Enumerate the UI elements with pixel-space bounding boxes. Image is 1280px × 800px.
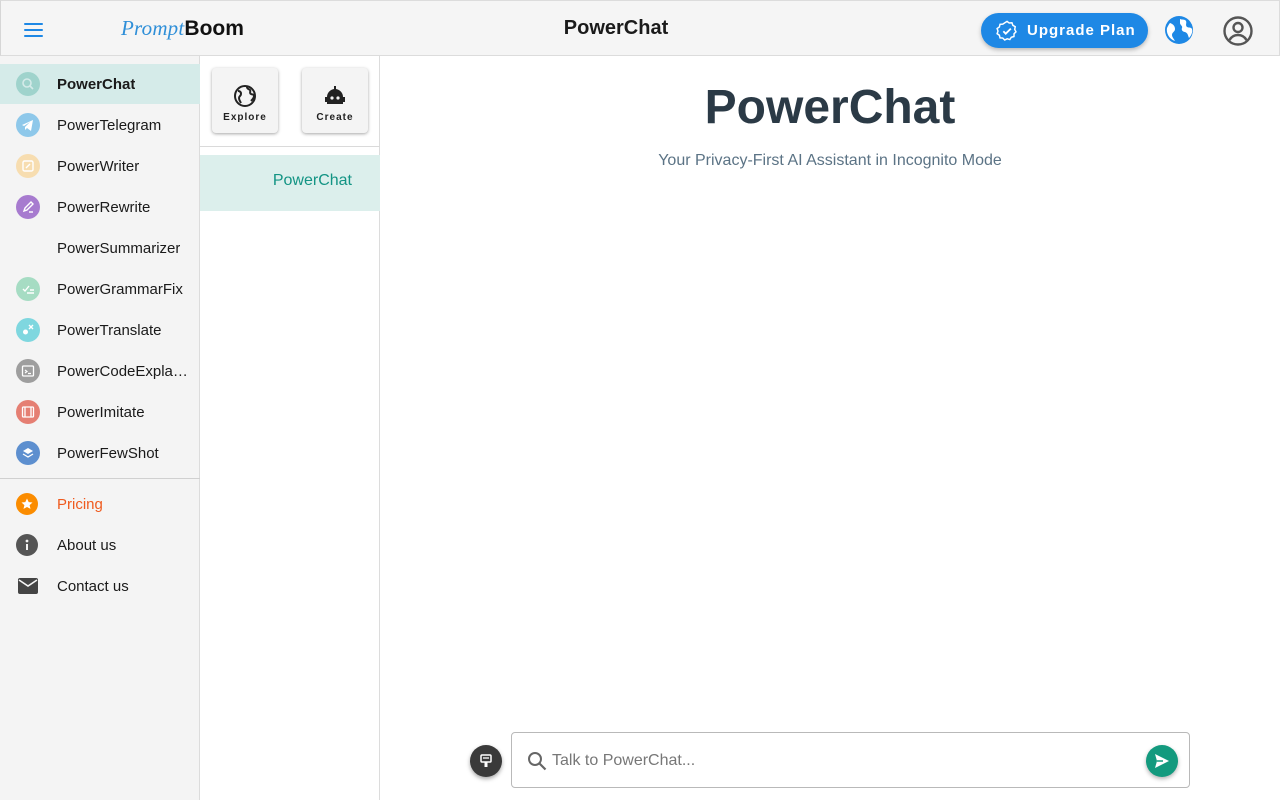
chat-icon (16, 72, 40, 96)
sidebar-item-label: About us (57, 536, 117, 554)
explore-label: Explore (223, 112, 267, 123)
pencil-icon (16, 195, 40, 219)
welcome-title: PowerChat (704, 81, 956, 134)
sidebar-item-powerimitate[interactable]: PowerImitate (0, 392, 200, 432)
grammar-check-icon (16, 277, 40, 301)
sidebar-item-pricing[interactable]: Pricing (0, 484, 200, 524)
sidebar-item-label: PowerSummarizer (57, 239, 181, 257)
sidebar-item-label: PowerTelegram (57, 116, 162, 134)
globe-icon (234, 85, 256, 107)
summarizer-icon (16, 236, 40, 260)
sidebar-item-label: PowerTranslate (57, 321, 162, 339)
upgrade-plan-label: Upgrade Plan (1027, 22, 1136, 39)
cleaning-brush-icon (480, 754, 492, 767)
create-label: Create (316, 112, 354, 123)
sidebar-item-label: PowerCodeExpla… (57, 362, 188, 380)
sidebar-item-label: Contact us (57, 577, 129, 595)
sidebar-item-about-us[interactable]: About us (0, 525, 200, 565)
sidebar-item-label: PowerWriter (57, 157, 140, 175)
sidebar-item-contact-us[interactable]: Contact us (0, 566, 200, 606)
welcome-subtitle: Your Privacy-First AI Assistant in Incog… (658, 152, 1002, 169)
message-composer (511, 732, 1190, 788)
sidebar-divider (0, 478, 200, 479)
film-icon (16, 400, 40, 424)
create-button[interactable]: Create (302, 68, 368, 133)
clear-chat-button[interactable] (470, 745, 502, 777)
sidebar-item-powerrewrite[interactable]: PowerRewrite (0, 187, 200, 227)
sidebar-item-label: PowerRewrite (57, 198, 151, 216)
sidebar-item-powerfewshot[interactable]: PowerFewShot (0, 433, 200, 473)
sidebar-item-powertelegram[interactable]: PowerTelegram (0, 105, 200, 145)
message-input[interactable] (552, 747, 1142, 775)
chat-list-panel: Explore Create PowerChat (200, 56, 380, 800)
send-icon (1155, 754, 1169, 768)
sidebar-item-label: PowerGrammarFix (57, 280, 183, 298)
mail-icon (16, 574, 40, 598)
sidebar-item-powergrammarfix[interactable]: PowerGrammarFix (0, 269, 200, 309)
star-icon (16, 493, 38, 515)
sidebar-item-label: Pricing (57, 495, 103, 513)
chat-list-item-label: PowerChat (272, 172, 352, 189)
left-sidebar: PowerChat PowerTelegram PowerWriter Powe… (0, 56, 200, 800)
sidebar-item-powerwriter[interactable]: PowerWriter (0, 146, 200, 186)
sidebar-item-powertranslate[interactable]: PowerTranslate (0, 310, 200, 350)
send-button[interactable] (1146, 745, 1178, 777)
upgrade-plan-button[interactable]: Upgrade Plan (981, 13, 1148, 48)
chat-list-item[interactable]: PowerChat (200, 155, 380, 211)
account-button[interactable] (1222, 15, 1254, 47)
top-app-bar: Prompt Boom PowerChat Upgrade Plan (0, 0, 1280, 56)
info-icon (16, 534, 38, 556)
search-icon (528, 752, 547, 771)
sidebar-item-powersummarizer[interactable]: PowerSummarizer (0, 228, 200, 268)
sidebar-item-label: PowerFewShot (57, 444, 159, 462)
verified-badge-icon (995, 19, 1019, 43)
sidebar-item-label: PowerChat (57, 75, 136, 93)
language-button[interactable] (1164, 15, 1194, 45)
telegram-icon (16, 113, 40, 137)
account-circle-icon (1223, 16, 1253, 46)
sidebar-item-powerchat[interactable]: PowerChat (0, 64, 200, 104)
layers-icon (16, 441, 40, 465)
code-terminal-icon (16, 359, 40, 383)
panel-divider (200, 146, 380, 147)
translate-icon (16, 318, 40, 342)
globe-icon (1165, 16, 1193, 44)
sidebar-item-label: PowerImitate (57, 403, 145, 421)
sidebar-item-powercodeexplainer[interactable]: PowerCodeExpla… (0, 351, 200, 391)
writer-icon (16, 154, 40, 178)
robot-icon (325, 86, 345, 104)
explore-button[interactable]: Explore (212, 68, 278, 133)
